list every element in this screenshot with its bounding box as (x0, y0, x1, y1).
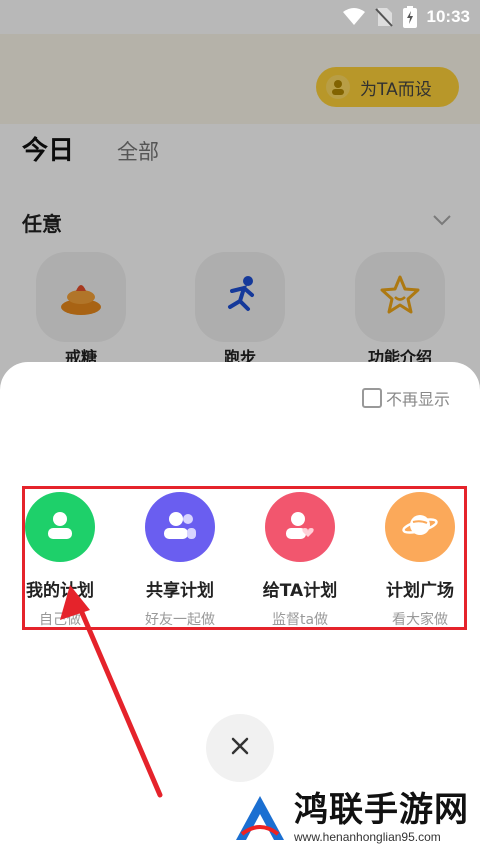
option-my-plan[interactable]: 我的计划 自己做 (0, 492, 120, 629)
watermark-title: 鸿联手游网 (294, 790, 469, 830)
watermark-url: www.henanhonglian95.com (294, 830, 441, 844)
status-time: 10:33 (426, 7, 470, 26)
dont-show-label: 不再显示 (385, 390, 450, 409)
person-heart-icon (285, 510, 315, 544)
option-circle (25, 492, 95, 562)
watermark: 鸿联手游网 www.henanhonglian95.com (232, 790, 480, 853)
battery-charging-icon (402, 6, 417, 28)
option-plan-for-ta[interactable]: 给TA计划 监督ta做 (240, 492, 360, 629)
plan-type-sheet: 不再显示 我的计划 自己做 共享计划 好友一起做 给TA计划 监督ta做 计划广… (0, 362, 480, 853)
planet-icon (402, 510, 438, 544)
wifi-icon (342, 8, 365, 26)
option-title: 我的计划 (26, 581, 94, 601)
option-title: 计划广场 (386, 581, 454, 601)
option-title: 给TA计划 (262, 581, 338, 601)
status-bar: 10:33 (0, 0, 480, 34)
no-sim-icon (374, 7, 393, 27)
option-subtitle: 自己做 (39, 612, 81, 628)
watermark-logo-icon (232, 790, 288, 842)
dont-show-checkbox[interactable] (361, 388, 382, 408)
option-circle (385, 492, 455, 562)
option-subtitle: 好友一起做 (145, 612, 215, 628)
option-circle (145, 492, 215, 562)
person-icon (46, 510, 74, 544)
option-subtitle: 看大家做 (392, 612, 448, 628)
dont-show-again[interactable]: 不再显示 (361, 386, 450, 410)
close-icon (230, 736, 250, 760)
option-subtitle: 监督ta做 (271, 612, 329, 628)
option-title: 共享计划 (146, 581, 214, 601)
option-circle (265, 492, 335, 562)
option-plan-square[interactable]: 计划广场 看大家做 (360, 492, 480, 629)
close-button[interactable] (206, 714, 274, 782)
group-icon (163, 510, 197, 544)
option-shared-plan[interactable]: 共享计划 好友一起做 (120, 492, 240, 629)
